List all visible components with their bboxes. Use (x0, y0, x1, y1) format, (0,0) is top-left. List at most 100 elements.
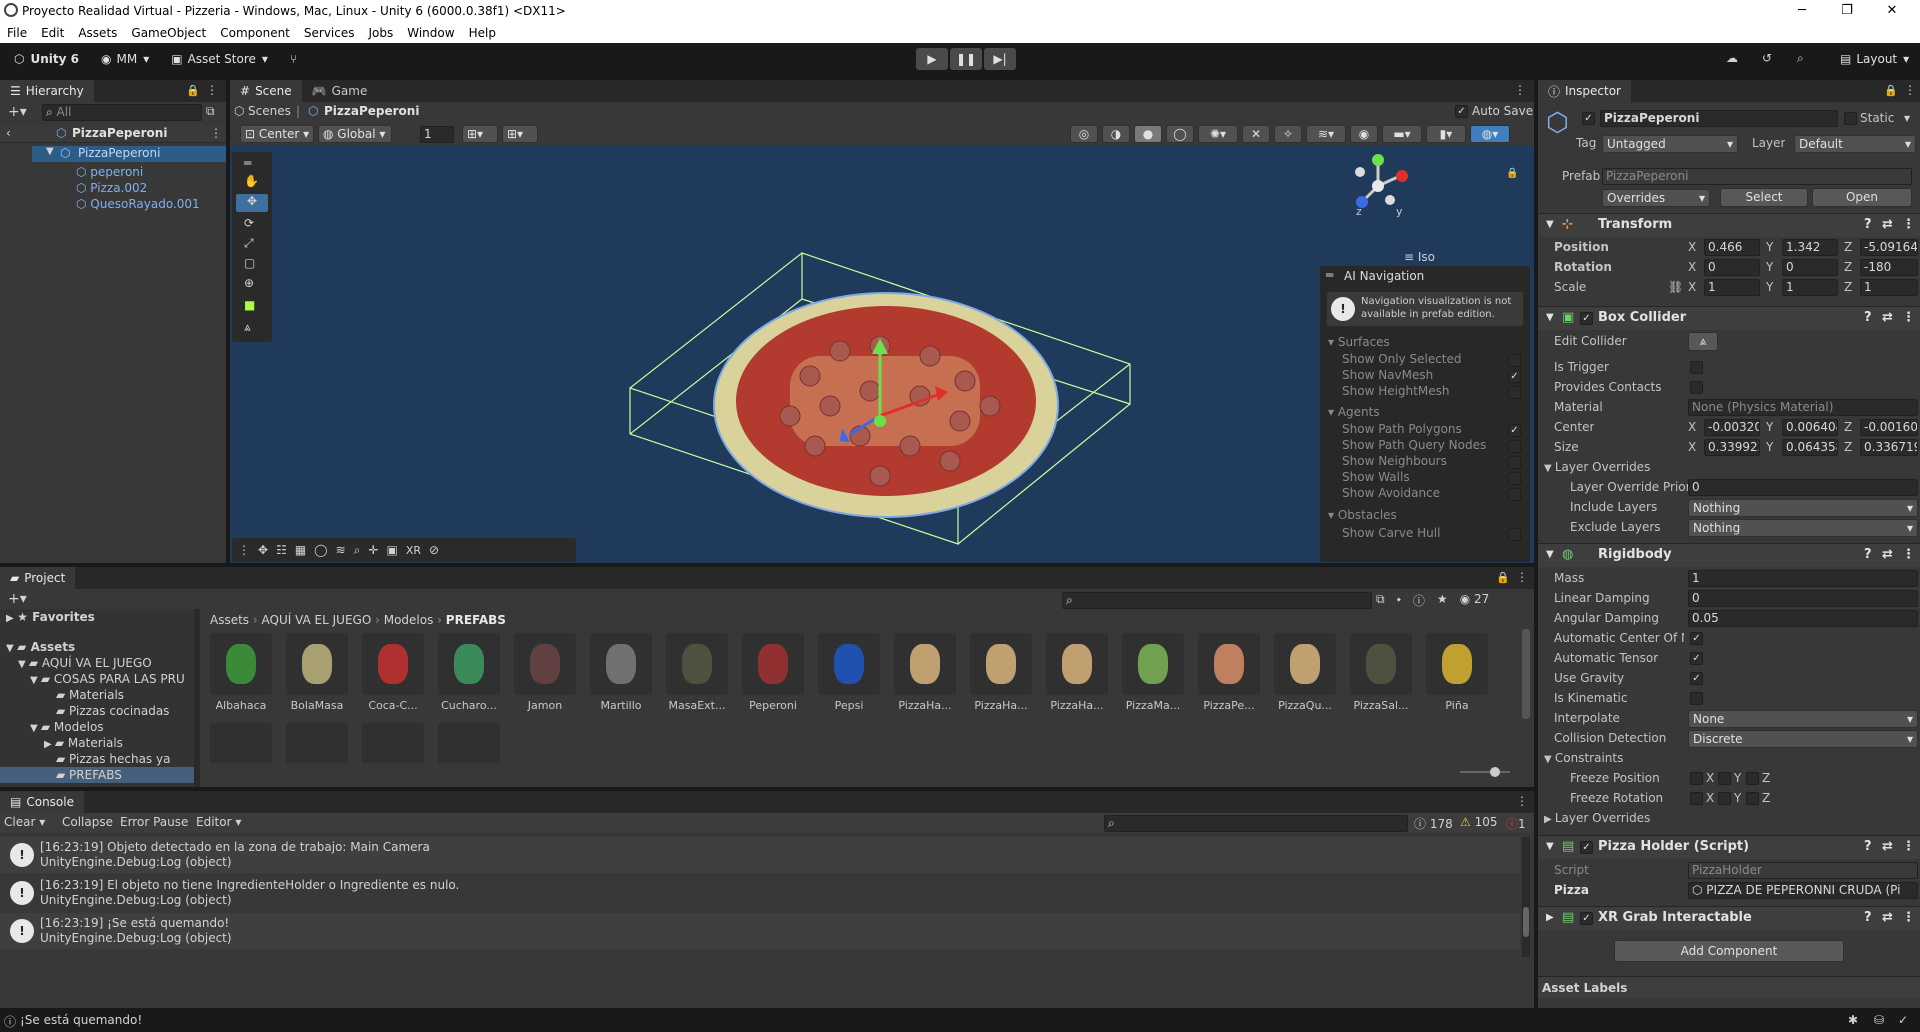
breadcrumb-assets[interactable]: Assets (210, 613, 249, 627)
box-collider-header[interactable]: ▼ ▣ ✓ Box Collider ? ⇄ ⋮ (1538, 306, 1920, 330)
shaded-icon[interactable]: ● (1134, 125, 1162, 143)
collision-detection-dropdown[interactable]: Discrete ▾ (1688, 730, 1918, 748)
asset-tile[interactable]: PizzaPe... (1198, 633, 1260, 712)
freeze-position-y-checkbox[interactable] (1718, 772, 1731, 785)
asset-tile[interactable]: PizzaMa... (1122, 633, 1184, 712)
scale-y-input[interactable]: 1 (1782, 279, 1838, 296)
layers-icon[interactable]: ≋ (336, 543, 346, 557)
help-icon[interactable]: ? (1864, 907, 1872, 929)
menu-component[interactable]: Component (213, 26, 297, 40)
tree-pizzas-hechas-ya[interactable]: ▰ Pizzas hechas ya (56, 751, 170, 767)
add-icon[interactable]: +▾ (8, 591, 27, 607)
script-field[interactable]: PizzaHolder (1688, 862, 1918, 879)
lock-icon[interactable]: 🔒 (1496, 571, 1510, 584)
position-y-input[interactable]: 1.342 (1782, 239, 1838, 256)
tree-materials-1[interactable]: ▰ Materials (56, 687, 124, 703)
overrides-dropdown[interactable]: Overrides ▾ (1602, 189, 1710, 207)
open-button[interactable]: Open (1812, 188, 1912, 207)
asset-tile[interactable]: PizzaSal... (1350, 633, 1412, 712)
history-icon[interactable]: ↺ (1762, 51, 1772, 65)
tab-inspector[interactable]: ⓘ Inspector (1538, 80, 1631, 102)
asset-tile[interactable]: PizzaHa... (1046, 633, 1108, 712)
linear-damping-input[interactable]: 0 (1688, 590, 1918, 607)
render-mode-icon[interactable]: ▮▾ (1426, 125, 1466, 143)
more-icon[interactable]: ⋮ (1902, 307, 1915, 329)
more-icon[interactable]: ⋮ (1902, 214, 1915, 236)
cache-icon[interactable]: ⛁ (1874, 1013, 1884, 1027)
camera-icon[interactable]: ▣ (386, 543, 397, 557)
error-count-toggle[interactable]: ⓘ1 (1506, 815, 1526, 832)
rotation-y-input[interactable]: 0 (1782, 259, 1838, 276)
tree-assets[interactable]: ▼ ▰ Assets (6, 639, 75, 655)
menu-edit[interactable]: Edit (34, 26, 71, 40)
rigidbody-header[interactable]: ▼ ◍ Rigidbody ? ⇄ ⋮ (1538, 543, 1920, 567)
mass-input[interactable]: 1 (1688, 570, 1918, 587)
more-icon[interactable]: ⋮ (1902, 836, 1915, 858)
asset-tile[interactable]: Pepsi (818, 633, 880, 712)
breadcrumb-scenes[interactable]: Scenes (248, 104, 291, 118)
presets-icon[interactable]: ⇄ (1882, 214, 1893, 236)
console-log-entry[interactable]: ! [16:23:19] ¡Se está quemando! UnityEng… (0, 913, 1520, 949)
filter-warning-icon[interactable]: ⓘ (1413, 592, 1425, 609)
select-button[interactable]: Select (1720, 188, 1808, 207)
more-icon[interactable]: ⋮ (1902, 907, 1915, 929)
grid-dropdown[interactable]: ⊞▾ (502, 125, 538, 143)
xr-grab-enabled-checkbox[interactable]: ✓ (1580, 912, 1593, 925)
status-message[interactable]: ¡Se está quemando! (20, 1013, 142, 1027)
help-icon[interactable]: ? (1864, 307, 1872, 329)
tree-cosas-para-las-pru[interactable]: ▼ ▰ COSAS PARA LAS PRU (30, 671, 198, 687)
layout-button[interactable]: ▤ Layout ▾ (1832, 48, 1917, 70)
shading-sphere-icon[interactable]: ◯ (314, 543, 327, 557)
tab-project[interactable]: ▰ Project (0, 567, 76, 589)
asset-tile[interactable]: Peperoni (742, 633, 804, 712)
warning-count-toggle[interactable]: ⚠ 105 (1460, 815, 1497, 829)
breadcrumb-prefab[interactable]: PizzaPeperoni (324, 104, 419, 118)
asset-tile[interactable] (286, 723, 348, 763)
help-icon[interactable]: ? (1864, 214, 1872, 236)
effects-icon[interactable]: ✧ (1274, 125, 1302, 143)
obstacles-header[interactable]: ▾ Obstacles (1328, 508, 1397, 522)
prefab-field[interactable]: PizzaPeperoni (1602, 168, 1912, 185)
xr-grab-header[interactable]: ▶ ▤ ✓ XR Grab Interactable ? ⇄ ⋮ (1538, 906, 1920, 930)
asset-labels-header[interactable]: Asset Labels (1538, 976, 1920, 998)
center-z-input[interactable]: -0.00160 (1860, 419, 1918, 436)
asset-tile[interactable] (438, 723, 500, 763)
snap-dropdown[interactable]: ⊞▾ (462, 125, 498, 143)
maximize-button[interactable]: ❐ (1825, 0, 1869, 22)
shaded-wireframe-icon[interactable]: ◑ (1102, 125, 1130, 143)
box-collider-enabled-checkbox[interactable]: ✓ (1580, 312, 1593, 325)
collapse-button[interactable]: Collapse (62, 815, 113, 829)
auto-tensor-checkbox[interactable]: ✓ (1690, 652, 1703, 665)
menu-help[interactable]: Help (462, 26, 503, 40)
asset-tile[interactable]: Jamon (514, 633, 576, 712)
pizza-field[interactable]: ⬡ PIZZA DE PEPERONNI CRUDA (Pi (1688, 882, 1918, 899)
add-icon[interactable]: +▾ (8, 104, 27, 120)
more-icon[interactable]: ⋮ (1904, 83, 1916, 97)
unlit-icon[interactable]: ◯ (1166, 125, 1194, 143)
favorite-star-icon[interactable]: ★ (1437, 592, 1448, 609)
layers-icon[interactable]: ≋▾ (1306, 125, 1346, 143)
more-icon[interactable]: ⋮ (210, 126, 222, 140)
step-button[interactable]: ▶| (984, 48, 1016, 70)
error-pause-button[interactable]: Error Pause (120, 815, 188, 829)
menu-window[interactable]: Window (400, 26, 461, 40)
surfaces-header[interactable]: ▾ Surfaces (1328, 335, 1390, 349)
center-y-input[interactable]: 0.00640& (1782, 419, 1838, 436)
clear-button[interactable]: Clear ▾ (4, 815, 45, 829)
more-icon[interactable]: ⋮ (1516, 570, 1528, 584)
move-icon[interactable]: ✥ (258, 543, 268, 557)
search-icon[interactable]: ⌕ (1797, 51, 1804, 66)
help-icon[interactable]: ? (1864, 544, 1872, 566)
filter-label-icon[interactable]: ⬩ (1397, 592, 1401, 609)
console-search-input[interactable]: ⌕ (1104, 815, 1408, 832)
size-z-input[interactable]: 0.336719 (1860, 439, 1918, 456)
show-avoidance-checkbox[interactable] (1508, 488, 1521, 501)
tab-console[interactable]: ▤ Console (0, 791, 84, 813)
breadcrumb-prefabs[interactable]: PREFABS (446, 613, 506, 627)
show-path-query-checkbox[interactable] (1508, 440, 1521, 453)
asset-tile[interactable] (210, 723, 272, 763)
breadcrumb-modelos[interactable]: Modelos (384, 613, 434, 627)
chevron-down-icon[interactable]: ▾ (1904, 111, 1910, 125)
freeze-position-z-checkbox[interactable] (1746, 772, 1759, 785)
transform-header[interactable]: ▼ ⊹ Transform ? ⇄ ⋮ (1538, 213, 1920, 237)
